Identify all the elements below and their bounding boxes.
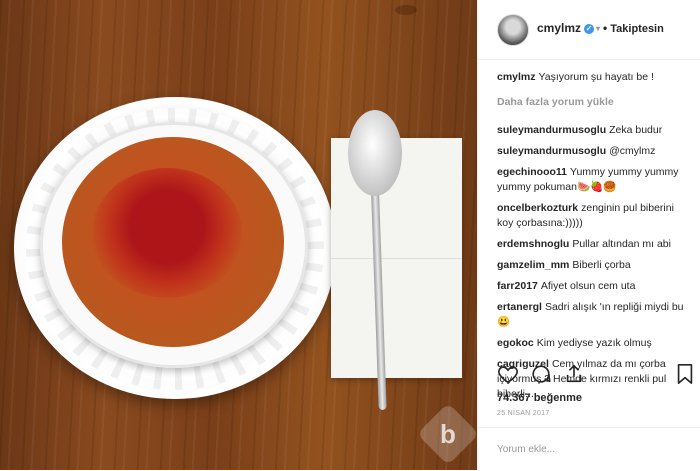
- comment-user[interactable]: ertanergl: [497, 301, 542, 313]
- add-comment-bar: Yorum ekle...: [478, 427, 700, 471]
- comments-list: cmylmz Yaşıyorum şu hayatı be ! Daha fazl…: [497, 70, 693, 408]
- comment: erdemshnoglu Pullar altından mı abi: [497, 237, 693, 252]
- comment-text: Afiyet olsun cem uta: [540, 280, 636, 292]
- comment-user[interactable]: gamzelim_mm: [497, 259, 569, 271]
- caption: cmylmz Yaşıyorum şu hayatı be !: [497, 70, 693, 85]
- follow-status-button[interactable]: Takiptesin: [610, 23, 664, 35]
- post-date: 25 NİSAN 2017: [497, 410, 550, 417]
- username-link[interactable]: cmylmz: [537, 21, 581, 35]
- load-more-comments-link[interactable]: Daha fazla yorum yükle: [497, 95, 693, 110]
- comment-user[interactable]: egokoc: [497, 337, 534, 349]
- comment-user[interactable]: oncelberkozturk: [497, 202, 578, 214]
- comment: egokoc Kim yediyse yazık olmuş: [497, 336, 693, 351]
- comment-user[interactable]: cmylmz: [497, 71, 536, 83]
- comment: egechinooo11 Yummy yummy yummy yummy poku…: [497, 165, 693, 195]
- comment-user[interactable]: suleymandurmusoglu: [497, 124, 606, 136]
- comment-input[interactable]: Yorum ekle...: [497, 444, 555, 455]
- comment: suleymandurmusoglu Zeka budur: [497, 123, 693, 138]
- comment-text: Pullar altından mı abi: [572, 238, 671, 250]
- comment-user[interactable]: farr2017: [497, 280, 538, 292]
- spoon: [348, 110, 402, 196]
- like-count[interactable]: 74.367 beğenme: [497, 392, 582, 404]
- heart-icon[interactable]: [497, 363, 519, 385]
- comment-text: Yaşıyorum şu hayatı be !: [538, 71, 654, 83]
- post-header: cmylmz ✓ ▾ • Takiptesin: [478, 0, 700, 60]
- comment: suleymandurmusoglu @cmylmz: [497, 144, 693, 159]
- comment: oncelberkozturk zenginin pul biberini koy…: [497, 201, 693, 231]
- share-icon[interactable]: [563, 363, 585, 385]
- bookmark-icon[interactable]: [675, 363, 695, 385]
- chevron-down-icon[interactable]: ▾: [596, 24, 600, 33]
- post-photo[interactable]: b: [0, 0, 477, 470]
- comment-user[interactable]: egechinooo11: [497, 166, 567, 178]
- comment-text: Kim yediyse yazık olmuş: [536, 337, 652, 349]
- action-bar: [497, 363, 697, 387]
- comment-user[interactable]: erdemshnoglu: [497, 238, 569, 250]
- red-pepper-flakes: [92, 168, 242, 298]
- comment: farr2017 Afiyet olsun cem uta: [497, 279, 693, 294]
- instagram-post: b cmylmz ✓ ▾ • Takiptesin cmylmz Yaşıyorum şu…: [0, 0, 700, 470]
- comment: ertanergl Sadri alışık 'ın repliği miydi …: [497, 300, 693, 330]
- separator-dot: •: [603, 21, 608, 35]
- avatar[interactable]: [497, 14, 529, 46]
- comment-user[interactable]: suleymandurmusoglu: [497, 145, 606, 157]
- comment-text: @cmylmz: [609, 145, 656, 157]
- verified-icon: ✓: [584, 23, 595, 34]
- wood-knot: [395, 5, 417, 15]
- watermark-logo: b: [416, 402, 477, 466]
- comment-icon[interactable]: [530, 363, 552, 385]
- comment: gamzelim_mm Biberli çorba: [497, 258, 693, 273]
- post-sidebar: cmylmz ✓ ▾ • Takiptesin cmylmz Yaşıyorum şu h…: [477, 0, 700, 470]
- comment-text: Zeka budur: [609, 124, 663, 136]
- comment-text: Biberli çorba: [572, 259, 631, 271]
- header-user: cmylmz ✓ ▾ • Takiptesin: [537, 21, 664, 35]
